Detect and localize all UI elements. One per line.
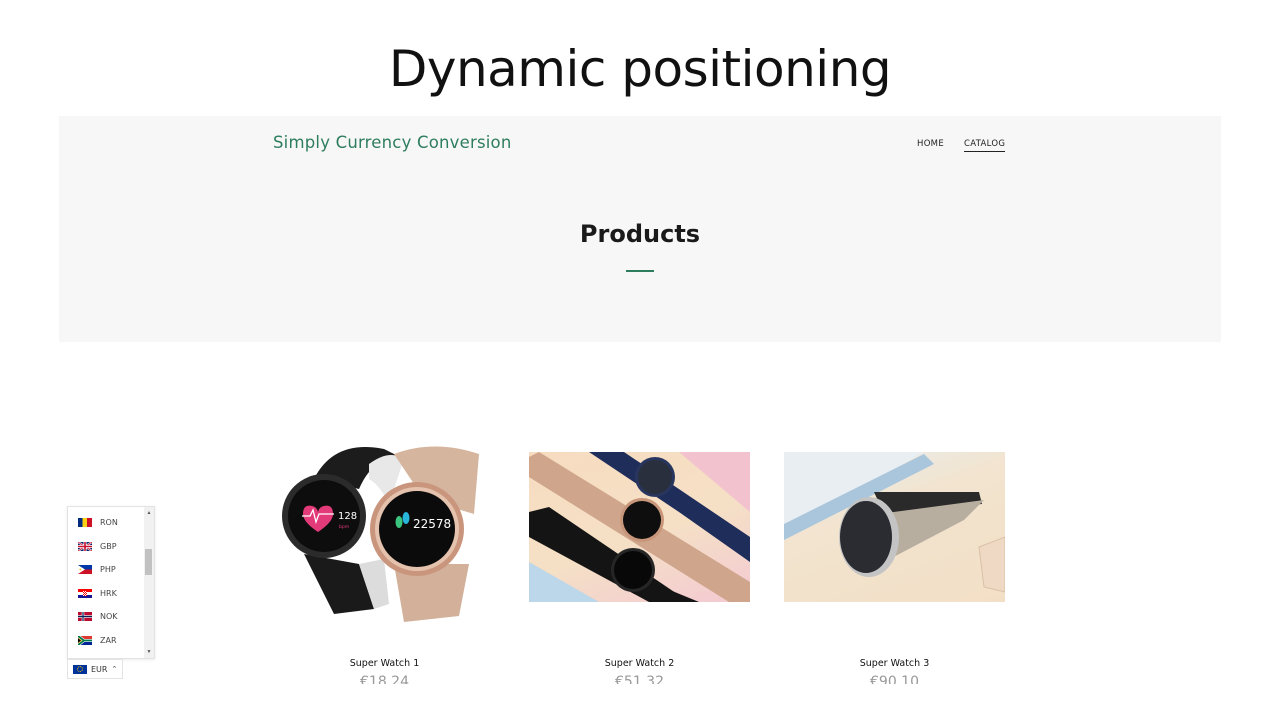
step-count-value: 22578	[413, 517, 451, 531]
scrollbar-thumb[interactable]	[145, 549, 152, 575]
product-price: €51.32	[615, 674, 664, 684]
nav-catalog-link[interactable]: CATALOG	[964, 139, 1006, 152]
romania-flag-icon	[78, 517, 92, 527]
site-header: Simply Currency Conversion HOME CATALOG …	[59, 116, 1221, 342]
currency-code: HRK	[100, 588, 117, 598]
scroll-up-arrow-icon[interactable]: ▲	[144, 509, 154, 517]
product-image-two-smartwatches[interactable]: 128 bpm 22578	[274, 446, 495, 622]
currency-code: PHP	[100, 564, 116, 574]
heart-rate-unit: bpm	[339, 524, 349, 530]
currency-selector-button[interactable]: EUR ⌃	[67, 659, 123, 679]
product-card[interactable]: Super Watch 2 €51.32	[529, 452, 750, 684]
three-watches-flatlay-image	[529, 452, 750, 602]
selected-currency-code: EUR	[91, 664, 108, 674]
brand-logo-link[interactable]: Simply Currency Conversion	[273, 133, 512, 152]
scroll-down-arrow-icon[interactable]: ▼	[144, 648, 154, 656]
product-image-three-watches[interactable]	[529, 452, 750, 602]
product-name[interactable]: Super Watch 1	[274, 658, 495, 669]
currency-dropdown-list: RON GBP PHP HRK NOK ZAR ▲ ▼	[67, 506, 155, 659]
product-price: €90.10	[870, 674, 919, 684]
nav-home-link[interactable]: HOME	[917, 139, 944, 152]
silver-watch-on-desk-image	[784, 452, 1005, 593]
product-name[interactable]: Super Watch 2	[529, 658, 750, 669]
product-card[interactable]: Super Watch 3 €90.10	[784, 452, 1005, 684]
currency-code: GBP	[100, 541, 117, 551]
currency-option-ron[interactable]: RON	[78, 514, 118, 530]
product-price: €18.24	[360, 674, 409, 684]
currency-option-php[interactable]: PHP	[78, 561, 116, 577]
product-image-silver-watch[interactable]	[784, 452, 1005, 602]
section-title: Products	[579, 220, 701, 248]
heart-rate-value: 128	[338, 511, 357, 522]
currency-option-hrk[interactable]: HRK	[78, 585, 117, 601]
norway-flag-icon	[78, 611, 92, 621]
eu-flag-icon	[73, 664, 87, 674]
slide-title: Dynamic positioning	[388, 40, 892, 98]
main-nav: HOME CATALOG	[917, 139, 1006, 152]
philippines-flag-icon	[78, 564, 92, 574]
title-underline-divider	[626, 270, 654, 272]
chevron-up-icon: ⌃	[111, 665, 118, 673]
south-africa-flag-icon	[78, 635, 92, 645]
product-name[interactable]: Super Watch 3	[784, 658, 1005, 669]
product-card[interactable]: 128 bpm 22578 Super Watch 1 €18.24	[274, 446, 495, 684]
croatia-flag-icon	[78, 588, 92, 598]
currency-code: ZAR	[100, 635, 117, 645]
currency-option-gbp[interactable]: GBP	[78, 538, 117, 554]
currency-option-zar[interactable]: ZAR	[78, 632, 117, 648]
currency-code: NOK	[100, 611, 118, 621]
uk-flag-icon	[78, 541, 92, 551]
currency-option-nok[interactable]: NOK	[78, 608, 118, 624]
currency-code: RON	[100, 517, 118, 527]
currency-list-scrollbar[interactable]: ▲ ▼	[144, 507, 154, 658]
two-smartwatches-image: 128 bpm 22578	[282, 446, 479, 622]
